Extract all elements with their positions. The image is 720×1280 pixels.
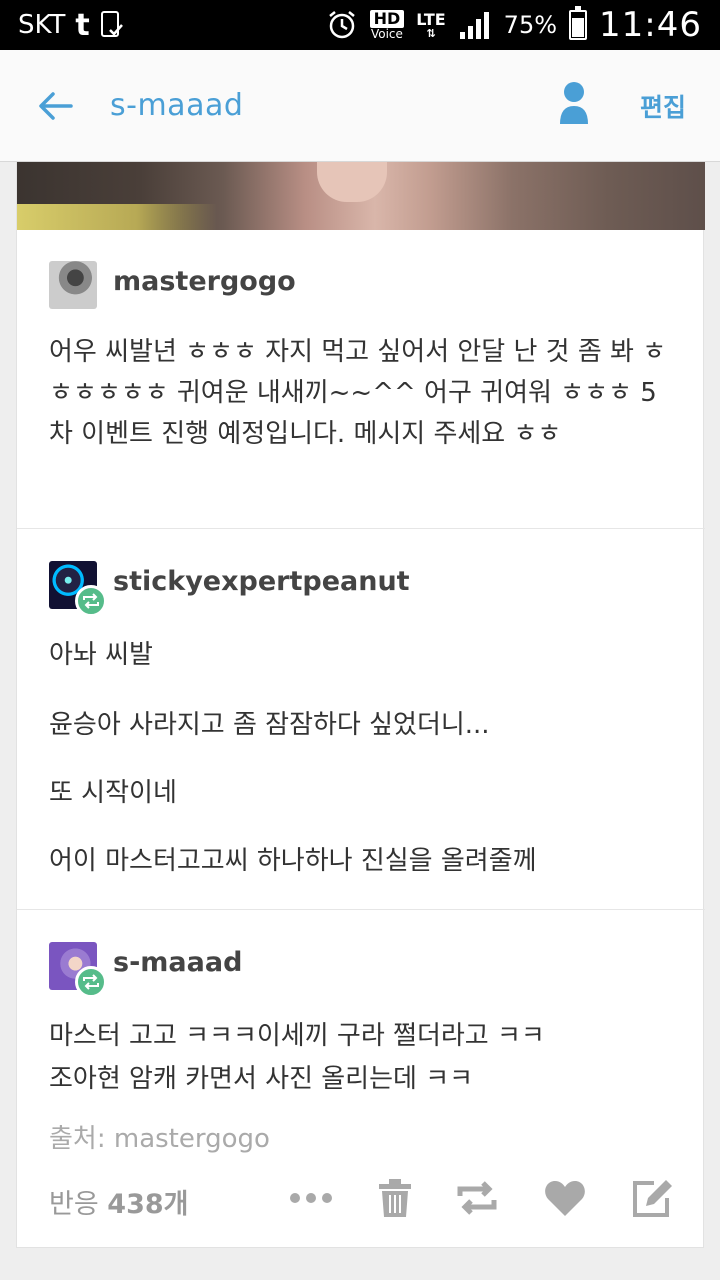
notes-number: 438개 [107, 1189, 189, 1220]
lte-icon: LTE ⇅ [416, 9, 446, 40]
reblog-icon [83, 593, 99, 609]
notes-count[interactable]: 반응 438개 [49, 1182, 188, 1221]
back-arrow-icon [39, 91, 73, 120]
clock: 11:46 [599, 5, 702, 45]
post-paragraph: 아놔 씨발 [49, 640, 153, 670]
app-bar: s-maaad 편집 [0, 50, 720, 162]
divider [17, 528, 705, 529]
reblog-icon [83, 974, 99, 990]
like-button[interactable] [541, 1174, 589, 1222]
carrier-label: SKT [18, 10, 66, 40]
avatar[interactable] [49, 261, 97, 309]
reblog-badge [75, 966, 107, 998]
person-icon [560, 82, 588, 124]
source-name: mastergogo [113, 1124, 270, 1154]
battery-percent: 75% [503, 11, 558, 39]
username[interactable]: mastergogo [113, 266, 296, 297]
trash-icon [379, 1179, 411, 1217]
back-button[interactable] [0, 50, 110, 162]
pencil-edit-icon [633, 1180, 672, 1217]
more-button[interactable] [287, 1174, 335, 1222]
reblog-icon [457, 1181, 497, 1215]
post-text: 어우 씨발년 ㅎㅎㅎ 자지 먹고 싶어서 안달 난 것 좀 봐 ㅎㅎㅎㅎㅎㅎ 귀… [49, 337, 667, 449]
battery-icon [569, 6, 588, 40]
post-paragraph: 윤승아 사라지고 좀 잠잠하다 싶었더니... [49, 710, 490, 740]
alarm-icon [326, 9, 358, 41]
post-photo[interactable] [17, 162, 705, 230]
post-paragraph: 어이 마스터고고씨 하나하나 진실을 올려줄께 [49, 846, 537, 876]
username[interactable]: stickyexpertpeanut [113, 566, 410, 597]
username[interactable]: s-maaad [113, 947, 242, 978]
reblog-badge [75, 585, 107, 617]
blog-title: s-maaad [110, 88, 244, 123]
post-paragraph: 또 시작이네 [49, 778, 177, 808]
phone-check-icon [100, 10, 124, 40]
source-link[interactable]: 출처: mastergogo [49, 1118, 270, 1155]
more-dots-icon [290, 1193, 332, 1203]
signal-icon [458, 10, 492, 40]
hd-voice-icon: HD Voice [369, 9, 405, 41]
edit-post-button[interactable] [629, 1174, 677, 1222]
post-card: mastergogo 어우 씨발년 ㅎㅎㅎ 자지 먹고 싶어서 안달 난 것 좀… [16, 162, 705, 1248]
divider [17, 909, 705, 910]
tworld-icon: t [75, 7, 90, 43]
delete-button[interactable] [371, 1174, 419, 1222]
heart-icon [545, 1181, 585, 1216]
post-paragraph: 마스터 고고 ㅋㅋㅋ이세끼 구라 쩔더라고 ㅋㅋ [49, 1021, 545, 1051]
edit-button[interactable]: 편집 [640, 88, 686, 124]
reblog-button[interactable] [453, 1174, 501, 1222]
notes-label: 반응 [49, 1189, 99, 1220]
account-button[interactable] [554, 80, 594, 130]
source-label: 출처: [49, 1124, 106, 1154]
post-paragraph: 조아현 암캐 카면서 사진 올리는데 ㅋㅋ [49, 1064, 474, 1094]
status-bar: SKT t HD Voice LTE ⇅ 75% 11:46 [0, 0, 720, 50]
